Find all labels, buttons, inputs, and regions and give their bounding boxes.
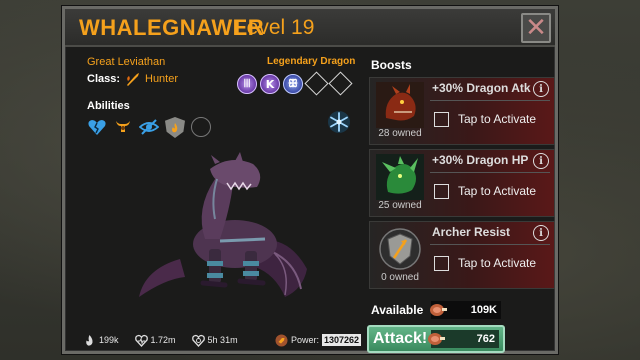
- bull-horns-icon[interactable]: [113, 117, 133, 137]
- activate-checkbox[interactable]: [434, 256, 449, 271]
- heart-timer-icon: [191, 334, 205, 347]
- meat-icon: [430, 304, 447, 316]
- green-dragon-head-icon: [376, 154, 424, 200]
- boost-owned-count: 0 owned: [381, 272, 419, 283]
- purple-k-rune-icon[interactable]: K: [260, 74, 280, 94]
- dragon-info-section: Great Leviathan Class: Hunter Legendary …: [65, 49, 365, 351]
- boost-card-archer-resist[interactable]: 0 owned Archer Resist i Tap to Activate: [369, 221, 555, 289]
- broken-heart-icon[interactable]: [87, 117, 107, 137]
- available-resource-row: Available 109K: [371, 301, 555, 319]
- divider: [430, 100, 550, 101]
- rarity-label: Legendary Dragon: [267, 56, 356, 67]
- rune-slots: ꔖ K ꕥ: [237, 71, 353, 96]
- boost-card-dragon-atk[interactable]: 28 owned +30% Dragon Atk i Tap to Activa…: [369, 77, 555, 145]
- flame-icon: [172, 122, 178, 132]
- close-icon: ✕: [525, 13, 547, 43]
- purple-rune-icon[interactable]: ꔖ: [237, 74, 257, 94]
- boost-owned-count: 25 owned: [378, 200, 422, 211]
- panel-header: WHALEGNAWER Level 19 ✕: [65, 9, 555, 47]
- timer-value: 5h 31m: [207, 335, 238, 345]
- flame-attack-icon: [86, 334, 93, 346]
- available-label: Available: [371, 303, 424, 317]
- blue-rune-icon[interactable]: ꕥ: [283, 74, 303, 94]
- dragon-illustration: [139, 152, 307, 297]
- timer-stat: 5h 31m: [191, 334, 238, 347]
- class-value: Hunter: [145, 73, 179, 85]
- dragon-attack-panel: WHALEGNAWER Level 19 ✕ Great Leviathan C…: [62, 6, 558, 354]
- close-button[interactable]: ✕: [521, 13, 551, 43]
- dragon-level: Level 19: [235, 16, 315, 39]
- boosts-section: Boosts 28 owned +30% Dragon Atk i Tap to…: [365, 49, 555, 353]
- red-dragon-head-icon: [376, 82, 424, 128]
- empty-rune-slot-icon[interactable]: [328, 71, 353, 96]
- info-icon[interactable]: i: [533, 153, 549, 169]
- activate-checkbox[interactable]: [434, 184, 449, 199]
- dragon-type: Great Leviathan: [87, 56, 166, 68]
- boost-owned-count: 28 owned: [378, 128, 422, 139]
- empty-rune-slot-icon[interactable]: [304, 71, 329, 96]
- class-label: Class:: [87, 73, 121, 85]
- activate-label[interactable]: Tap to Activate: [458, 112, 536, 126]
- shield-arrow-icon: [379, 228, 421, 270]
- abilities-label: Abilities: [87, 100, 130, 112]
- activate-label[interactable]: Tap to Activate: [458, 256, 536, 270]
- boosts-label: Boosts: [371, 58, 412, 72]
- boost-name: +30% Dragon HP: [432, 153, 529, 167]
- boost-name: +30% Dragon Atk: [432, 81, 531, 95]
- activate-checkbox[interactable]: [434, 112, 449, 127]
- info-icon[interactable]: i: [533, 81, 549, 97]
- meat-icon: [428, 333, 445, 345]
- dragon-stats-bar: 199k 1.72m 5h 31m Power: 1307262: [83, 332, 361, 348]
- heart-health-icon: [134, 334, 148, 347]
- abilities-row: [87, 117, 211, 138]
- eye-slash-icon[interactable]: [139, 117, 159, 137]
- boost-name: Archer Resist: [432, 225, 511, 239]
- activate-label[interactable]: Tap to Activate: [458, 184, 536, 198]
- info-icon[interactable]: i: [533, 225, 549, 241]
- health-value: 1.72m: [150, 335, 176, 345]
- power-fist-icon: [275, 334, 288, 346]
- boost-card-dragon-hp[interactable]: 25 owned +30% Dragon HP i Tap to Activat…: [369, 149, 555, 217]
- attack-stat: 199k: [83, 334, 119, 347]
- shield-flame-icon[interactable]: [165, 117, 185, 138]
- power-label: Power:: [290, 335, 319, 345]
- hunter-class-icon: [127, 73, 139, 86]
- empty-ability-slot-icon[interactable]: [191, 117, 211, 137]
- divider: [430, 244, 550, 245]
- divider: [430, 172, 550, 173]
- power-value: 1307262: [321, 334, 361, 346]
- attack-button[interactable]: Attack! 762: [367, 325, 505, 353]
- attack-value: 199k: [99, 335, 119, 345]
- frost-icon: [328, 111, 350, 133]
- health-stat: 1.72m: [134, 334, 176, 347]
- power-stat: Power: 1307262: [275, 334, 361, 347]
- attack-label: Attack!: [373, 330, 428, 347]
